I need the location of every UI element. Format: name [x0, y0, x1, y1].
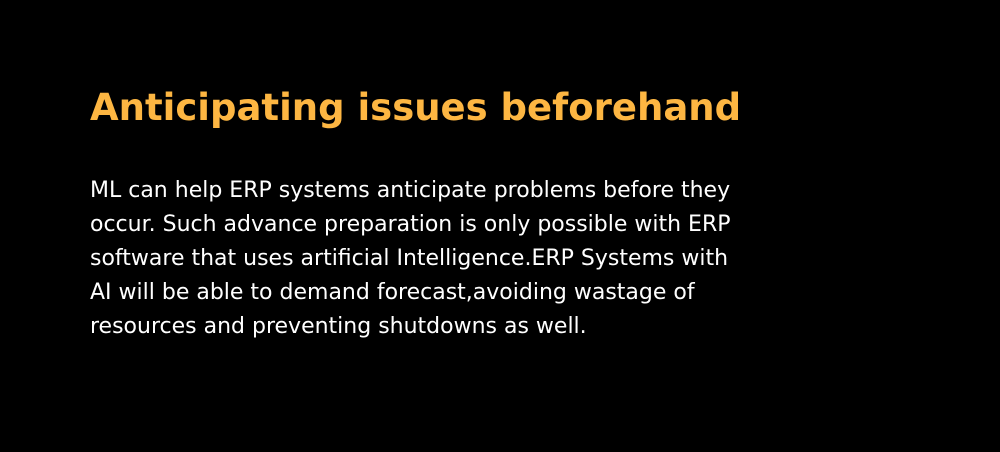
content-card: Anticipating issues beforehand ML can he… — [90, 82, 910, 344]
paragraph-line: software that uses artificial Intelligen… — [90, 246, 729, 271]
description-paragraph: ML can help ERP systems anticipate probl… — [90, 174, 910, 344]
paragraph-line: occur. Such advance preparation is only … — [90, 212, 731, 237]
paragraph-line: ML can help ERP systems anticipate probl… — [90, 178, 731, 203]
section-heading: Anticipating issues beforehand — [90, 86, 742, 129]
paragraph-line: AI will be able to demand forecast,avoid… — [90, 280, 695, 305]
paragraph-line: resources and preventing shutdowns as we… — [90, 314, 587, 339]
